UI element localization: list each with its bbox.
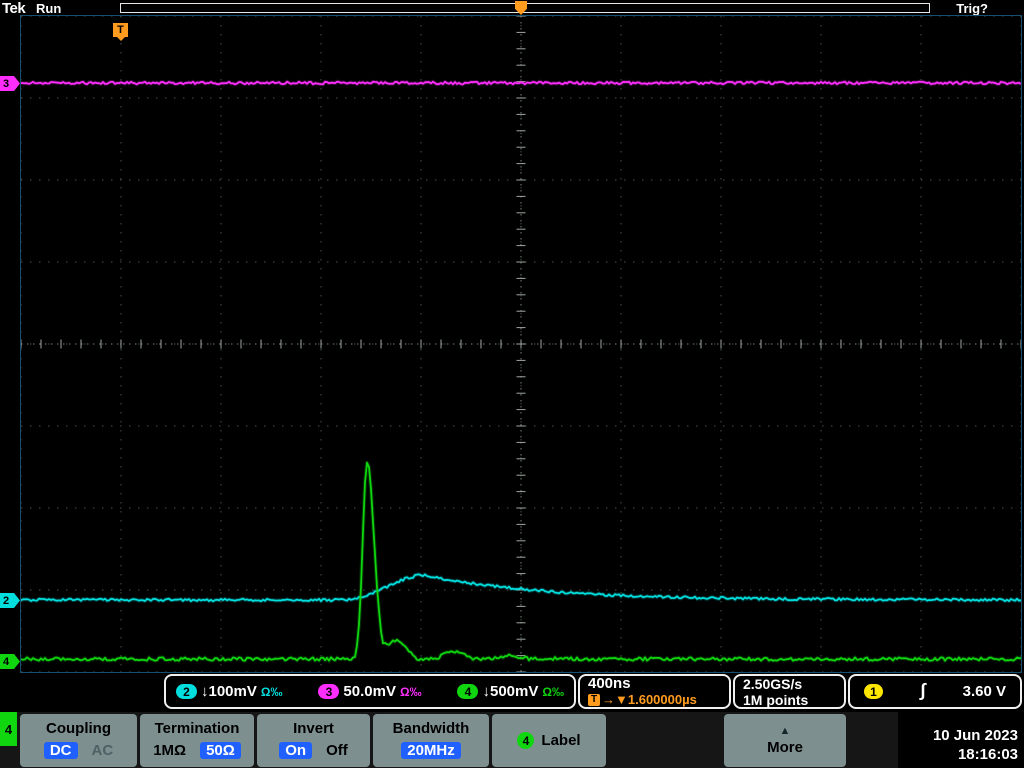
- trigger-source-badge[interactable]: 1: [864, 684, 883, 699]
- date: 10 Jun 2023: [898, 726, 1018, 745]
- ch4-termination-bw-indicators: Ω‰: [542, 685, 564, 699]
- trigger-delay: T →▼1.600000µs: [588, 692, 697, 707]
- coupling-title: Coupling: [46, 720, 111, 737]
- trigger-delay-icon: T: [588, 694, 600, 706]
- label-button[interactable]: 4 Label: [492, 714, 606, 767]
- channel-2-ground-marker[interactable]: 2: [0, 593, 20, 608]
- bandwidth-button[interactable]: Bandwidth 20MHz: [373, 714, 489, 767]
- more-text: More: [767, 739, 803, 756]
- trigger-status: Trig?: [956, 1, 988, 16]
- termination-50ohm-option[interactable]: 50Ω: [200, 742, 241, 759]
- time: 18:16:03: [898, 745, 1018, 764]
- timebase-readout[interactable]: 400ns T →▼1.600000µs: [578, 674, 731, 709]
- date-time-display: 10 Jun 2023 18:16:03: [898, 712, 1024, 768]
- label-channel-badge: 4: [517, 732, 534, 749]
- record-trigger-position-marker[interactable]: [515, 1, 527, 15]
- ch2-termination-bw-indicators: Ω‰: [261, 685, 283, 699]
- termination-title: Termination: [155, 720, 240, 737]
- trigger-delay-value: →▼1.600000µs: [602, 692, 697, 707]
- ch4-scale: ↓500mV: [482, 683, 538, 700]
- trigger-readout[interactable]: 1 ∫ 3.60 V: [848, 674, 1022, 709]
- timebase-value: 400ns: [588, 676, 631, 692]
- trigger-slope-icon: ∫: [920, 680, 925, 701]
- ch2-scale: ↓100mV: [201, 683, 257, 700]
- acquisition-readout[interactable]: 2.50GS/s 1M points: [733, 674, 846, 709]
- channel-4-menu-tab[interactable]: 4: [0, 712, 17, 746]
- ch3-badge[interactable]: 3: [318, 684, 339, 699]
- graticule: [20, 15, 1022, 673]
- more-button[interactable]: ▲ More: [724, 714, 846, 767]
- invert-button[interactable]: Invert On Off: [257, 714, 370, 767]
- channel-3-ground-marker[interactable]: 3: [0, 76, 20, 91]
- ch4-readout[interactable]: 4 ↓500mV Ω‰: [457, 683, 564, 700]
- trigger-point-flag[interactable]: T: [113, 23, 128, 37]
- channel-4-ground-marker[interactable]: 4: [0, 654, 20, 669]
- invert-off-option[interactable]: Off: [326, 742, 348, 759]
- invert-title: Invert: [293, 720, 334, 737]
- ch2-readout[interactable]: 2 ↓100mV Ω‰: [176, 683, 283, 700]
- coupling-button[interactable]: Coupling DC AC: [20, 714, 137, 767]
- ch3-termination-bw-indicators: Ω‰: [400, 685, 422, 699]
- acquisition-status: Run: [36, 1, 61, 16]
- more-up-arrow-icon: ▲: [780, 726, 791, 737]
- invert-on-option[interactable]: On: [279, 742, 312, 759]
- coupling-dc-option[interactable]: DC: [44, 742, 78, 759]
- bottom-menu-bar: 4 Coupling DC AC Termination 1MΩ 50Ω Inv…: [0, 712, 1024, 768]
- bandwidth-20mhz-option[interactable]: 20MHz: [401, 742, 461, 759]
- ch2-badge[interactable]: 2: [176, 684, 197, 699]
- termination-button[interactable]: Termination 1MΩ 50Ω: [140, 714, 254, 767]
- trigger-level: 3.60 V: [963, 683, 1006, 700]
- bandwidth-title: Bandwidth: [393, 720, 470, 737]
- ch3-readout[interactable]: 3 50.0mV Ω‰: [318, 683, 421, 700]
- channel-scale-readouts[interactable]: 2 ↓100mV Ω‰ 3 50.0mV Ω‰ 4 ↓500mV Ω‰: [164, 674, 576, 709]
- waveform-traces: [21, 16, 1021, 672]
- ch4-badge[interactable]: 4: [457, 684, 478, 699]
- record-length: 1M points: [743, 692, 808, 708]
- oscilloscope-ui: Tek Run Trig? T 3 2 4 2 ↓100mV Ω‰ 3 50.0…: [0, 0, 1024, 768]
- coupling-ac-option[interactable]: AC: [92, 742, 114, 759]
- record-view-bar: [120, 3, 930, 13]
- ch3-scale: 50.0mV: [343, 683, 396, 700]
- termination-1mohm-option[interactable]: 1MΩ: [153, 742, 186, 759]
- sample-rate: 2.50GS/s: [743, 676, 802, 692]
- label-text: Label: [541, 732, 580, 749]
